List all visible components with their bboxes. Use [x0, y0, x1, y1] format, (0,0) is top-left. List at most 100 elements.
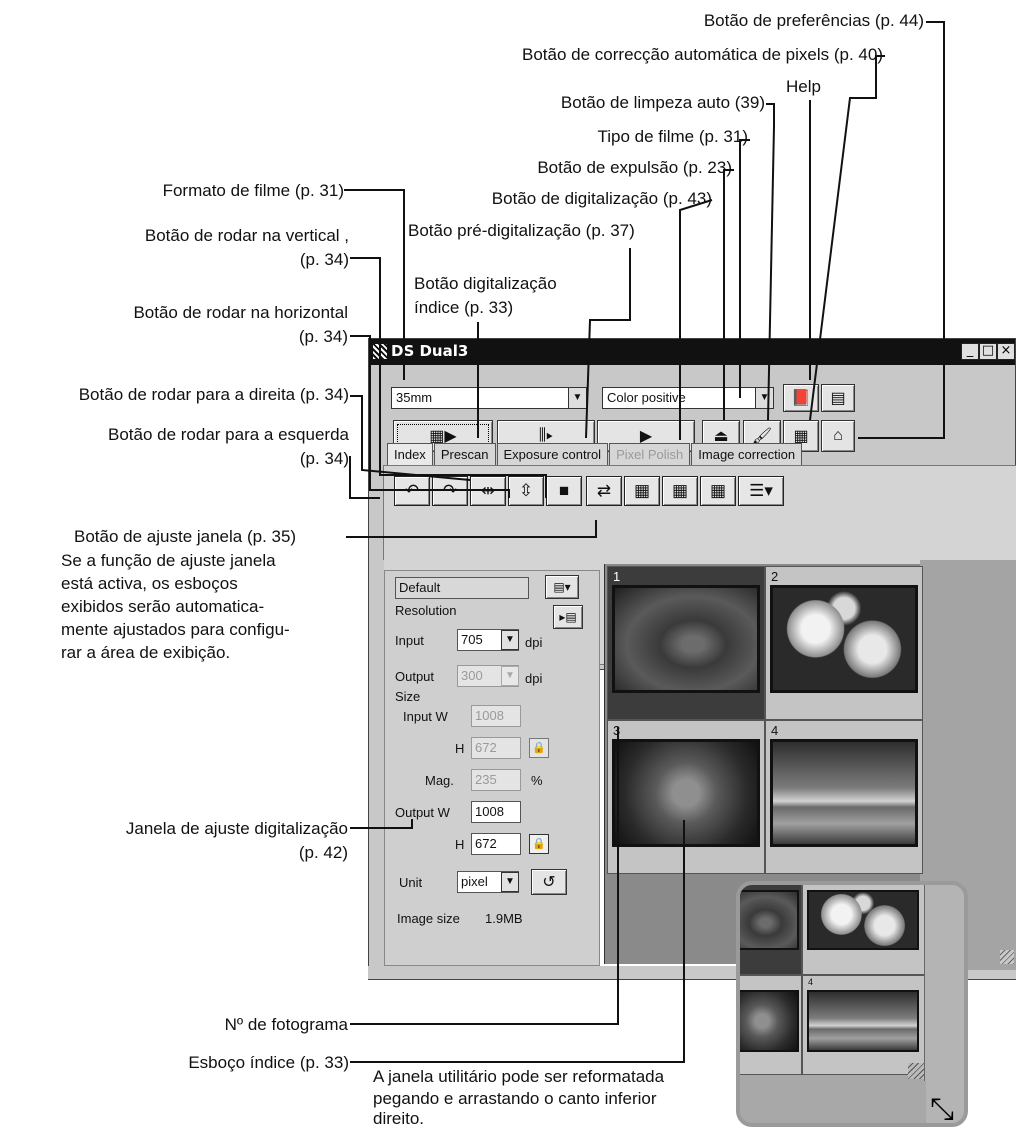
scan-selected-button[interactable]: ▦ [700, 476, 736, 506]
film-type-select[interactable]: Color positive ▼ [602, 387, 774, 409]
mag-label: Mag. [425, 773, 454, 788]
input-label: Input [395, 633, 424, 648]
label-rotate-horizontal-2: (p. 34) [298, 327, 348, 346]
label-help: Help [786, 77, 821, 96]
tab-index[interactable]: Index [387, 443, 433, 465]
window-icon: ▤ [830, 390, 846, 407]
scan-settings-panel: Default ▤▾ ▸▤ Resolution Input 705 ▼ dpi… [384, 570, 600, 966]
thumbnail-frame-1[interactable]: 1 [607, 566, 765, 720]
label-auto-pixel-correction: Botão de correcção automática de pixels … [522, 45, 883, 64]
lock-icon[interactable]: 🔒 [529, 834, 549, 854]
close-icon[interactable]: × [997, 343, 1015, 360]
label-fit-window-desc-1: Se a função de ajuste janela [61, 551, 276, 570]
thumbnail-image [612, 739, 760, 847]
thumbnail-image [770, 739, 918, 847]
label-scan-settings-1: Janela de ajuste digitalização [125, 819, 348, 838]
output-height-field[interactable]: 672 [471, 833, 521, 855]
app-icon [373, 344, 387, 359]
tab-image-correction[interactable]: Image correction [691, 443, 803, 465]
chevron-down-icon[interactable]: ▼ [501, 872, 519, 892]
inset-frame-1 [740, 885, 802, 975]
label-film-format: Formato de filme (p. 31) [162, 181, 344, 200]
view-menu-button[interactable]: ☰▾ [738, 476, 784, 506]
flip-horizontal-button[interactable]: ⇹ [470, 476, 506, 506]
flip-vertical-button[interactable]: ⇳ [508, 476, 544, 506]
inset-window-frame [924, 885, 964, 1123]
inset-frame-4: 4 [802, 975, 926, 1075]
film-type-value: Color positive [607, 390, 686, 405]
reset-button[interactable]: ↺ [531, 869, 567, 895]
tab-pixel-polish: Pixel Polish [609, 443, 691, 465]
help-button[interactable]: 📕 [783, 384, 819, 412]
thumbnail-frame-2[interactable]: 2 [765, 566, 923, 720]
rotate-right-button[interactable]: ↷ [432, 476, 468, 506]
title-bar[interactable]: DS Dual3 _ □ × [369, 339, 1015, 365]
maximize-icon[interactable]: □ [979, 343, 997, 360]
inset-frame-3 [740, 975, 802, 1075]
chevron-down-icon: ▼ [501, 666, 519, 686]
chevron-down-icon: ▼ [755, 388, 773, 408]
resize-grip-icon[interactable] [1000, 950, 1014, 964]
grid-icon: ▦ [709, 481, 727, 500]
label-eject-button: Botão de expulsão (p. 23) [537, 158, 732, 177]
image-size-label: Image size [397, 911, 460, 926]
thumbnail-frame-4[interactable]: 4 [765, 720, 923, 874]
job-menu-button[interactable]: ▤▾ [545, 575, 579, 599]
unit-label: Unit [399, 875, 423, 890]
job-name-field: Default [395, 577, 529, 599]
label-frame-number: Nº de fotograma [224, 1015, 348, 1034]
select-all-button[interactable]: ⇄ [586, 476, 622, 506]
tab-prescan[interactable]: Prescan [433, 443, 496, 465]
frame-number: 4 [771, 723, 779, 738]
output-width-field[interactable]: 1008 [471, 801, 521, 823]
label-fit-window-desc-3: exibidos serão automatica- [61, 597, 265, 616]
image-size-value: 1.9MB [485, 911, 523, 926]
label-rotate-vertical-2: (p. 34) [299, 250, 349, 269]
film-format-select[interactable]: 35mm ▼ [391, 387, 587, 409]
label-resize-1: A janela utilitário pode ser reformatada [373, 1067, 665, 1086]
magnification-field: 235 [471, 769, 521, 791]
resize-cursor-icon: ⤡ [930, 1093, 954, 1126]
label-rotate-horizontal-1: Botão de rodar na horizontal [133, 303, 348, 322]
flip-horizontal-icon: ⇹ [480, 481, 496, 500]
label-rotate-vertical-1: Botão de rodar na vertical , [144, 226, 349, 245]
index-scan-selected-button[interactable]: ▦ [624, 476, 660, 506]
frame-number: 3 [613, 723, 621, 738]
list-dropdown-icon: ☰▾ [749, 481, 773, 500]
minimize-icon[interactable]: _ [961, 343, 979, 360]
tab-exposure-control[interactable]: Exposure control [496, 443, 609, 465]
fit-window-button[interactable]: ■ [546, 476, 582, 506]
preferences-panel-button[interactable]: ▤ [821, 384, 855, 412]
thumbnail-image [740, 990, 799, 1052]
prescan-selected-button[interactable]: ▦ [662, 476, 698, 506]
label-resize-3: direito. [373, 1109, 425, 1128]
chevron-down-icon[interactable]: ▼ [501, 630, 519, 650]
rotate-left-button[interactable]: ↶ [394, 476, 430, 506]
label-rotate-right: Botão de rodar para a direita (p. 34) [78, 385, 349, 404]
help-book-icon: 📕 [791, 390, 811, 407]
label-scan-button: Botão de digitalização (p. 43) [491, 189, 712, 208]
percent-unit: % [531, 773, 543, 788]
label-preferences-button: Botão de preferências (p. 44) [703, 11, 924, 30]
label-fit-window-desc-2: está activa, os esboços [61, 574, 238, 593]
frame-number: 4 [808, 977, 814, 987]
output-dpi-unit: dpi [525, 671, 543, 686]
label-fit-window-desc-4: mente ajustados para configu- [61, 620, 290, 639]
window-title: DS Dual3 [391, 342, 469, 360]
label-index-thumbnail: Esboço índice (p. 33) [188, 1053, 349, 1072]
label-index-scan-1: Botão digitalização [414, 274, 557, 293]
output-label: Output [395, 669, 435, 684]
input-h-label: H [455, 741, 465, 756]
thumbnail-frame-3[interactable]: 3 [607, 720, 765, 874]
output-w-label: Output W [395, 805, 450, 820]
inset-frame-2 [802, 885, 926, 975]
preferences-button[interactable]: ⌂ [821, 420, 855, 452]
job-load-button[interactable]: ▸▤ [553, 605, 583, 629]
rotate-left-icon: ↶ [404, 481, 420, 500]
list-icon: ▸▤ [559, 610, 577, 624]
inset-bottom-area [740, 1081, 926, 1123]
label-index-scan-2: índice (p. 33) [414, 298, 514, 317]
lock-icon: 🔒 [529, 738, 549, 758]
size-label: Size [395, 689, 421, 704]
input-dpi-unit: dpi [525, 635, 543, 650]
